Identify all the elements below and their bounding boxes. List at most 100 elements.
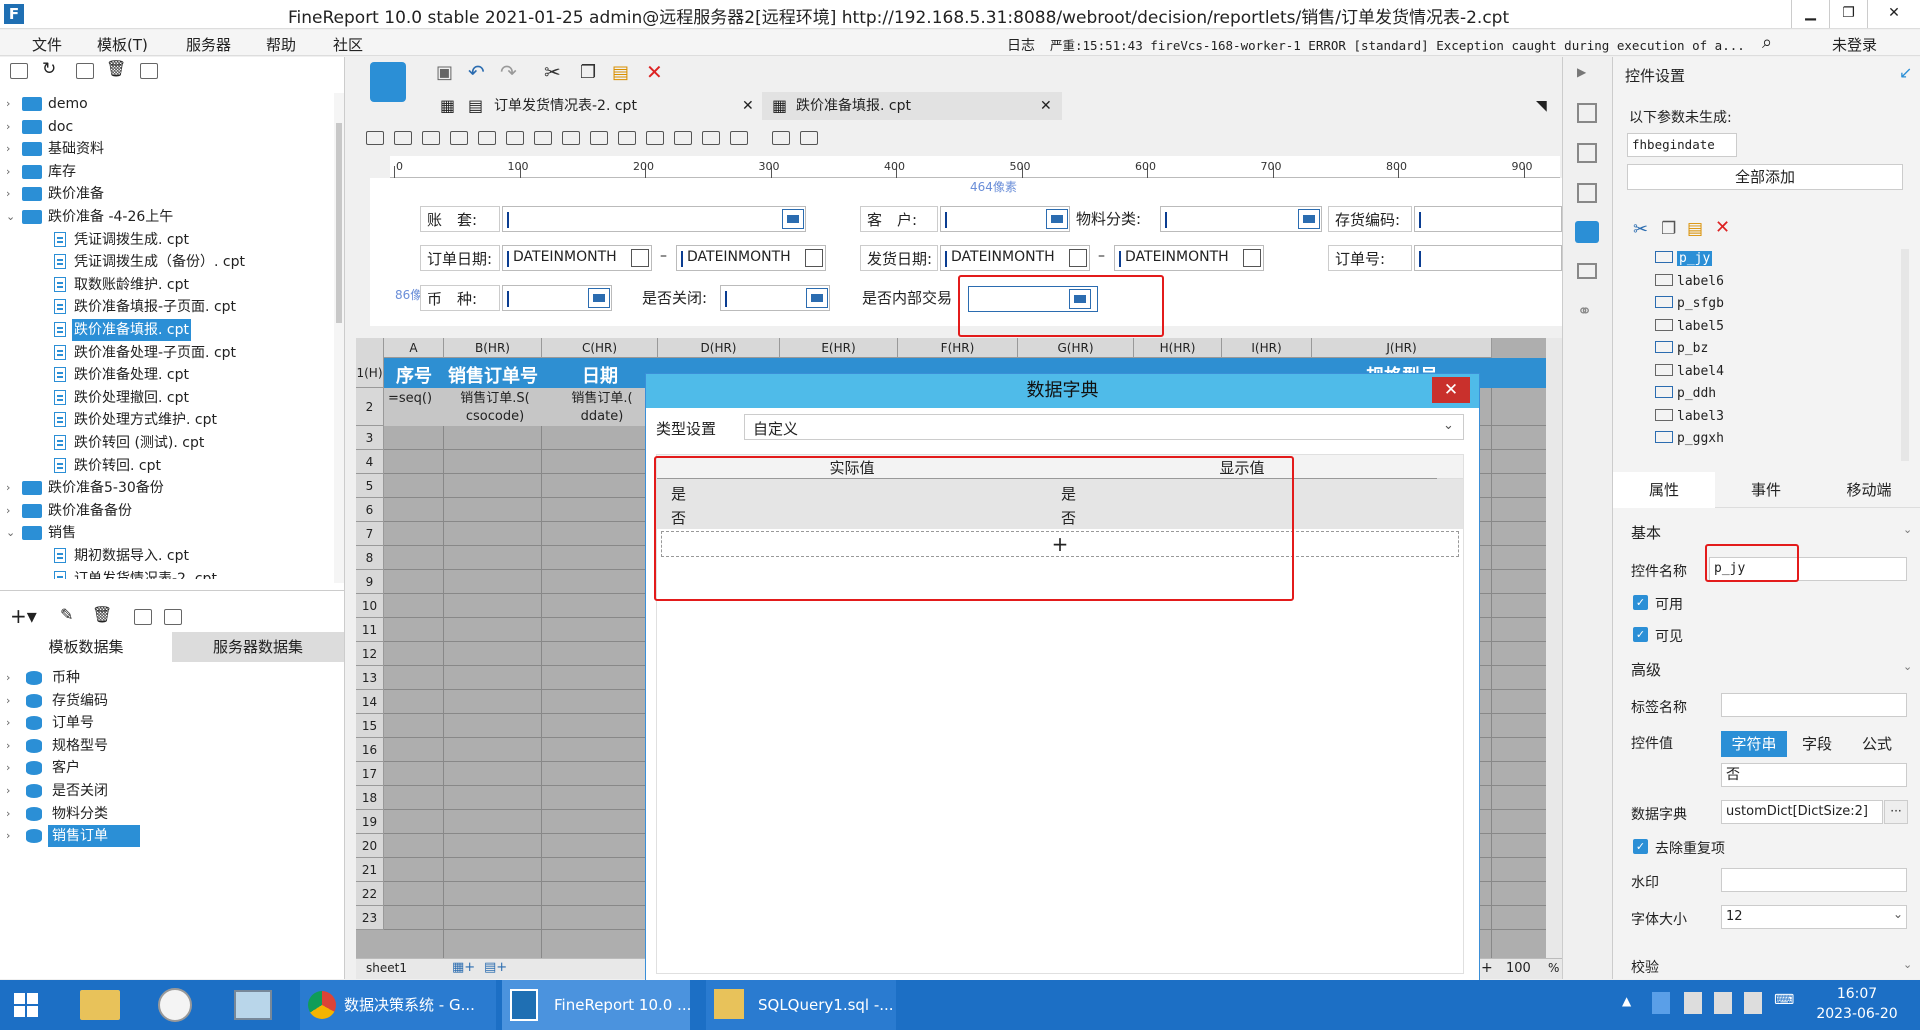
tab-template-1[interactable]: ▦ ▤ 订单发货情况表-2. cpt ✕ [432,92,762,120]
menu-community[interactable]: 社区 [333,34,363,55]
chevron-icon[interactable]: › [6,161,10,183]
minimize-button[interactable]: ▁ [1791,0,1829,28]
column-header[interactable]: E(HR) [780,338,898,358]
value-input[interactable]: 否 [1721,763,1907,787]
chevron-icon[interactable]: › [6,138,10,160]
delete-dataset-icon[interactable]: 🗑 [92,605,112,624]
chevron-icon[interactable]: › [6,667,10,689]
tag-input[interactable] [1721,693,1907,717]
tab-events[interactable]: 事件 [1715,472,1817,508]
tray-volume-icon[interactable] [1744,992,1762,1014]
chevron-icon[interactable]: › [6,803,10,825]
widget-list-item[interactable]: p_sfgb [1655,296,1724,316]
tab-mobile[interactable]: 移动端 [1817,472,1920,508]
undo-icon[interactable]: ↶ [468,60,485,84]
widget-list-item[interactable]: label5 [1655,318,1724,339]
monitor-app-icon[interactable] [234,990,272,1020]
tree-item[interactable]: 期初数据导入. cpt [0,545,332,567]
row-header[interactable]: 12 [356,642,384,666]
tree-item[interactable]: ⌄ 跌价准备 -4-26上午 [0,206,332,228]
column-header[interactable]: F(HR) [898,338,1018,358]
row-header[interactable]: 6 [356,498,384,522]
file-explorer-icon[interactable] [80,990,120,1020]
verify-label[interactable]: 校验 [1631,957,1659,977]
widget-type-icon[interactable] [422,131,440,145]
widget-type-icon[interactable] [800,131,818,145]
row-header[interactable]: 17 [356,762,384,786]
dataset-item[interactable]: › 规格型号 [0,735,332,757]
widget-type-icon[interactable] [646,131,664,145]
tree-item[interactable]: › 跌价准备备份 [0,500,332,522]
cut-icon[interactable]: ✂ [544,60,561,84]
data-cell[interactable]: 销售订单.( ddate) [542,390,658,426]
cut-icon[interactable]: ✂ [1633,219,1648,240]
tree-item[interactable]: 跌价转回 (测试). cpt [0,432,332,454]
row-header[interactable]: 4 [356,450,384,474]
taskbar-app-ssms[interactable]: SQLQuery1.sql -... [706,980,896,1030]
clock-date[interactable]: 2023-06-20 [1812,1006,1902,1022]
data-cell[interactable]: =seq() [384,390,444,408]
header-cell[interactable]: 序号 [384,362,444,388]
tree-item[interactable]: 跌价准备填报-子页面. cpt [0,296,332,318]
tray-display-icon[interactable] [1714,992,1732,1014]
row-header[interactable]: 8 [356,546,384,570]
order-no-combo[interactable] [1414,245,1562,271]
tree-item[interactable]: ⌄ 销售 [0,522,332,544]
link-icon[interactable]: ⚭ [1577,301,1592,322]
column-header[interactable]: A [384,338,444,358]
row-header[interactable]: 5 [356,474,384,498]
tree-item[interactable]: › demo [0,93,332,115]
row-header[interactable]: 14 [356,690,384,714]
row-header[interactable]: 15 [356,714,384,738]
column-header[interactable]: J(HR) [1312,338,1492,358]
column-header[interactable]: D(HR) [658,338,780,358]
row-header[interactable]: 10 [356,594,384,618]
tray-ime-icon[interactable]: ⌨ [1774,992,1794,1014]
chevron-icon[interactable]: ⌄ [6,522,15,544]
data-cell[interactable]: 销售订单.S( csocode) [444,390,542,426]
tree-item[interactable]: 取数账龄维护. cpt [0,274,332,296]
locate-icon[interactable] [76,63,94,79]
tree-item[interactable]: › 跌价准备5-30备份 [0,477,332,499]
widget-type-icon[interactable] [674,131,692,145]
delete-icon[interactable]: ✕ [646,60,663,84]
tree-item[interactable]: 凭证调拨生成（备份）. cpt [0,251,332,273]
tree-item[interactable]: 跌价处理方式维护. cpt [0,409,332,431]
tree-item[interactable]: 跌价准备处理-子页面. cpt [0,342,332,364]
menu-template[interactable]: 模板(T) [97,34,148,55]
dataset-item[interactable]: › 销售订单 [0,825,332,848]
add-dataset-icon[interactable]: +▾ [10,604,37,628]
widget-type-icon[interactable] [618,131,636,145]
row-header[interactable]: 21 [356,858,384,882]
cell-attr-icon[interactable] [1577,103,1597,123]
tree-item[interactable]: › 跌价准备 [0,183,332,205]
widget-list-item[interactable]: label6 [1655,273,1724,294]
tree-item[interactable]: › doc [0,116,332,138]
widget-settings-icon[interactable] [1575,221,1599,243]
redo-icon[interactable]: ↷ [500,60,517,84]
row-header[interactable]: 16 [356,738,384,762]
chevron-icon[interactable]: › [6,183,10,205]
order-date-start[interactable]: DATEINMONTH [502,245,652,271]
row-header[interactable]: 20 [356,834,384,858]
dataset-item[interactable]: › 订单号 [0,712,332,734]
widget-list-item[interactable]: p_ggxh [1655,431,1724,451]
paste-icon[interactable]: ▤ [1687,219,1703,239]
row-header[interactable]: 11 [356,618,384,642]
refresh-icon[interactable]: ↻ [42,59,56,79]
preview-icon[interactable] [134,609,152,625]
dataset-item[interactable]: › 存货编码 [0,690,332,712]
widget-list-item[interactable]: label3 [1655,408,1724,429]
chevron-icon[interactable]: › [6,735,10,757]
dataset-item[interactable]: › 币种 [0,667,332,689]
close-tab-icon[interactable]: ✕ [742,92,754,120]
header-cell[interactable]: 销售订单号 [444,362,542,388]
order-date-end[interactable]: DATEINMONTH [676,245,826,271]
dataset-item[interactable]: › 客户 [0,757,332,779]
tray-shield-icon[interactable] [1652,992,1670,1014]
chevron-down-icon[interactable]: ⌄ [1903,660,1912,673]
customer-combo[interactable] [940,206,1070,232]
windows-start-icon[interactable] [14,993,38,1017]
row-header[interactable]: 22 [356,882,384,906]
ship-date-end[interactable]: DATEINMONTH [1114,245,1264,271]
